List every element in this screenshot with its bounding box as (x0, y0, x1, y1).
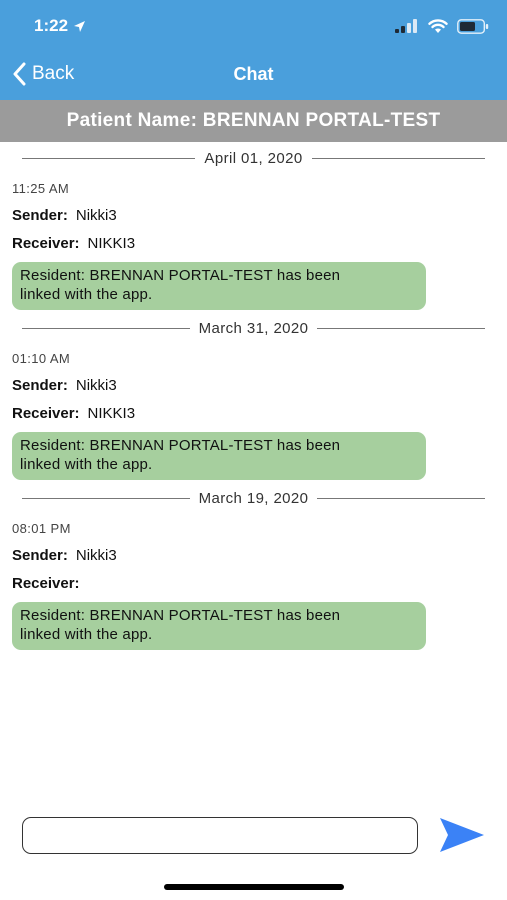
sender-value: Nikki3 (75, 547, 117, 564)
receiver-label: Receiver: (12, 405, 80, 422)
message-bubble: Resident: BRENNAN PORTAL-TEST has been l… (12, 602, 426, 650)
wifi-icon (428, 18, 448, 33)
separator-line (22, 497, 190, 499)
receiver-row: Receiver: (12, 575, 88, 592)
sender-row: Sender: Nikki3 (12, 207, 117, 224)
status-icons (395, 16, 489, 36)
receiver-label: Receiver: (12, 575, 80, 592)
sender-value: Nikki3 (75, 377, 117, 394)
receiver-row: Receiver: NIKKI3 (12, 235, 135, 252)
sender-row: Sender: Nikki3 (12, 547, 117, 564)
message-text-line: Resident: BRENNAN PORTAL-TEST has been (20, 437, 341, 454)
date-separator: March 31, 2020 (22, 313, 485, 343)
date-label: March 31, 2020 (198, 319, 309, 337)
message-text-line: linked with the app. (20, 626, 153, 643)
date-separator: March 19, 2020 (22, 483, 485, 513)
receiver-value: NIKKI3 (87, 235, 136, 252)
receiver-row: Receiver: NIKKI3 (12, 405, 135, 422)
battery-icon (457, 18, 489, 34)
patient-name-bar: Patient Name: BRENNAN PORTAL-TEST (0, 100, 507, 142)
sender-label: Sender: (12, 207, 68, 224)
chevron-left-icon (13, 62, 26, 86)
separator-line (22, 327, 190, 329)
status-time-text: 1:22 (34, 16, 69, 35)
receiver-label: Receiver: (12, 235, 80, 252)
cellular-signal-icon (395, 19, 417, 33)
date-separator: April 01, 2020 (22, 143, 486, 173)
message-bubble: Resident: BRENNAN PORTAL-TEST has been l… (12, 262, 426, 310)
message-text-line: Resident: BRENNAN PORTAL-TEST has been (20, 267, 341, 284)
back-label: Back (32, 63, 75, 84)
location-arrow-icon (74, 20, 86, 32)
separator-line (311, 157, 486, 159)
sender-row: Sender: Nikki3 (12, 377, 117, 394)
separator-line (317, 327, 485, 329)
receiver-value: NIKKI3 (87, 405, 136, 422)
status-time: 1:22 (34, 14, 86, 38)
page-title: Chat (233, 64, 274, 84)
message-text-line: linked with the app. (20, 286, 153, 303)
sender-label: Sender: (12, 377, 68, 394)
sender-value: Nikki3 (75, 207, 117, 224)
separator-line (317, 497, 485, 499)
message-time: 08:01 PM (12, 521, 71, 536)
send-button[interactable] (436, 814, 488, 856)
top-bar: 1:22 Back Chat (0, 0, 507, 100)
message-input[interactable] (22, 817, 418, 854)
separator-line (22, 157, 196, 159)
date-label: March 19, 2020 (198, 489, 309, 507)
message-time: 11:25 AM (12, 181, 70, 196)
send-icon (440, 818, 484, 852)
chat-screen: 1:22 Back Chat Patient Name: BRENNAN POR… (0, 0, 507, 900)
back-button[interactable]: Back (12, 58, 74, 90)
home-indicator[interactable] (164, 884, 344, 890)
message-text-line: Resident: BRENNAN PORTAL-TEST has been (20, 607, 341, 624)
message-list[interactable]: April 01, 2020 11:25 AM Sender: Nikki3 Re… (0, 142, 507, 792)
date-label: April 01, 2020 (204, 149, 303, 167)
message-time: 01:10 AM (12, 351, 71, 366)
message-text-line: linked with the app. (20, 456, 153, 473)
sender-label: Sender: (12, 547, 68, 564)
message-bubble: Resident: BRENNAN PORTAL-TEST has been l… (12, 432, 426, 480)
